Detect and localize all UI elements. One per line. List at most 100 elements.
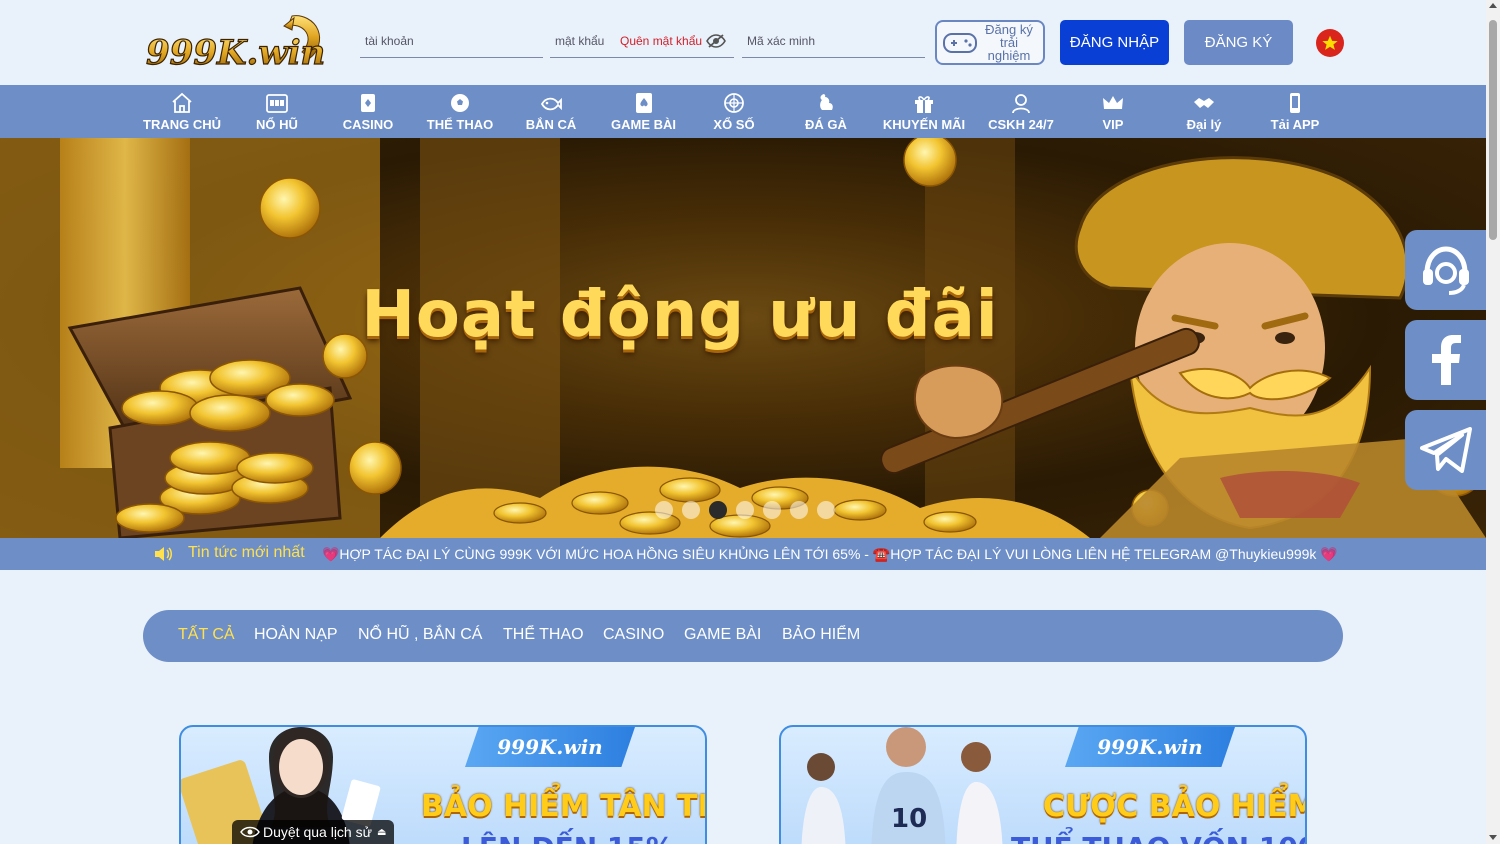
- nav-item-fishing[interactable]: BẮN CÁ: [520, 85, 582, 138]
- nav-item-support[interactable]: CSKH 24/7: [985, 85, 1057, 138]
- svg-text:10: 10: [891, 804, 927, 834]
- fish-icon: [540, 97, 562, 111]
- site-logo[interactable]: 999K.win: [142, 12, 334, 74]
- promo-card[interactable]: 10 999K.win CƯỢC BẢO HIỂM THỂ THAO VỐN 1…: [779, 725, 1307, 844]
- password-input[interactable]: [550, 34, 612, 48]
- nav-label: THỂ THAO: [426, 117, 494, 132]
- scroll-down-arrow-icon[interactable]: [1489, 835, 1497, 840]
- crown-icon: [1103, 96, 1123, 109]
- gift-icon: [915, 96, 933, 113]
- card-logo: 999K.win: [1065, 727, 1235, 767]
- page-scrollbar[interactable]: [1486, 0, 1500, 844]
- nav-item-card-games[interactable]: GAME BÀI: [606, 85, 681, 138]
- tab-card-games[interactable]: GAME BÀI: [684, 626, 761, 644]
- login-button[interactable]: ĐĂNG NHẬP: [1060, 20, 1169, 65]
- tab-refund[interactable]: HOÀN NẠP: [254, 626, 338, 644]
- nav-item-vip[interactable]: VIP: [1090, 85, 1136, 138]
- tab-insurance[interactable]: BẢO HIỂM: [782, 626, 860, 644]
- username-input[interactable]: [360, 34, 543, 48]
- captcha-field[interactable]: [742, 25, 925, 58]
- speaker-icon: [155, 547, 172, 561]
- nav-item-lottery[interactable]: XỔ SỐ: [704, 85, 764, 138]
- headset-icon: [1422, 246, 1469, 295]
- nav-label: CSKH 24/7: [988, 117, 1054, 132]
- header: 999K.win Quên mật khẩu Đăng ký trải nghi…: [0, 0, 1486, 85]
- browse-history-label: Duyệt qua lịch sử: [263, 824, 372, 840]
- card-game-icon: [635, 93, 652, 113]
- trial-register-label: Đăng ký trải nghiệm: [985, 22, 1033, 63]
- carousel-dot[interactable]: [817, 501, 835, 519]
- nav-label: ĐÁ GÀ: [805, 117, 847, 132]
- browse-history-button[interactable]: Duyệt qua lịch sử ⏏: [232, 820, 395, 844]
- carousel-dot-active[interactable]: [709, 501, 727, 519]
- nav-label: VIP: [1102, 117, 1124, 132]
- carousel-dot[interactable]: [736, 501, 754, 519]
- scroll-thumb[interactable]: [1489, 20, 1497, 240]
- nav-label: Đại lý: [1186, 117, 1222, 132]
- captcha-input[interactable]: [742, 34, 925, 48]
- lottery-icon: [724, 93, 744, 113]
- carousel-dots: [655, 501, 835, 519]
- promo-category-tabs: TẤT CẢ HOÀN NẠP NỔ HŨ , BẮN CÁ THỂ THAO …: [143, 610, 1343, 662]
- promo-banner[interactable]: Hoạt động ưu đãi: [0, 138, 1486, 538]
- nav-label: KHUYẾN MÃI: [882, 117, 966, 132]
- telegram-button[interactable]: [1405, 410, 1486, 490]
- ticker-text[interactable]: 💗HỢP TÁC ĐẠI LÝ CÙNG 999K VỚI MỨC HOA HỒ…: [322, 546, 1342, 563]
- vietnam-flag-icon[interactable]: [1316, 29, 1344, 57]
- nav-item-sports[interactable]: THỂ THAO: [425, 85, 495, 138]
- eject-icon: ⏏: [376, 826, 387, 838]
- trial-register-button[interactable]: Đăng ký trải nghiệm: [935, 20, 1045, 65]
- nav-item-promotions[interactable]: KHUYẾN MÃI: [878, 85, 970, 138]
- eye-off-icon[interactable]: [706, 34, 726, 48]
- nav-item-app[interactable]: Tải APP: [1264, 85, 1326, 138]
- logo-text: 999K.win: [146, 33, 325, 73]
- tab-all[interactable]: TẤT CẢ: [178, 626, 235, 644]
- card-title: CƯỢC BẢO HIỂM: [1043, 789, 1307, 824]
- carousel-dot[interactable]: [763, 501, 781, 519]
- password-field[interactable]: Quên mật khẩu: [550, 25, 734, 58]
- nav-item-agency[interactable]: Đại lý: [1178, 85, 1230, 138]
- facebook-icon: [1431, 335, 1461, 385]
- username-field[interactable]: [360, 25, 543, 58]
- nav-label: CASINO: [342, 117, 394, 132]
- eye-icon: [240, 826, 260, 838]
- card-title: BẢO HIỂM TÂN THỦ: [421, 789, 705, 824]
- card-logo: 999K.win: [465, 727, 635, 767]
- nav-label: XỔ SỐ: [713, 117, 755, 132]
- nav-item-home[interactable]: TRANG CHỦ: [142, 85, 222, 138]
- carousel-dot[interactable]: [682, 501, 700, 519]
- card-subtitle: THỂ THAO VỐN 100%: [1011, 831, 1305, 844]
- slot-machine-icon: [266, 94, 288, 113]
- support-agent-icon: [1012, 94, 1030, 114]
- register-button[interactable]: ĐĂNG KÝ: [1184, 20, 1293, 65]
- main-nav: TRANG CHỦ NỔ HŨ CASINO THỂ THAO BẮN CÁ G…: [0, 85, 1486, 138]
- telegram-icon: [1419, 427, 1472, 473]
- scroll-up-arrow-icon[interactable]: [1489, 3, 1497, 8]
- forgot-password-link[interactable]: Quên mật khẩu: [620, 34, 702, 48]
- nav-label: TRANG CHỦ: [143, 117, 221, 132]
- home-icon: [172, 92, 192, 113]
- ticker-label: Tin tức mới nhất: [188, 544, 305, 561]
- gamepad-icon: [943, 32, 977, 53]
- tab-sports[interactable]: THỂ THAO: [503, 626, 584, 644]
- nav-label: NỔ HŨ: [256, 117, 298, 132]
- nav-item-casino[interactable]: CASINO: [338, 85, 398, 138]
- nav-label: BẮN CÁ: [525, 117, 577, 132]
- news-ticker: Tin tức mới nhất 💗HỢP TÁC ĐẠI LÝ CÙNG 99…: [0, 538, 1486, 570]
- nav-item-slots[interactable]: NỔ HŨ: [247, 85, 307, 138]
- tab-casino[interactable]: CASINO: [603, 626, 664, 644]
- nav-item-cockfight[interactable]: ĐÁ GÀ: [797, 85, 855, 138]
- cards-icon: [361, 94, 375, 112]
- banner-title: Hoạt động ưu đãi: [361, 278, 999, 352]
- facebook-button[interactable]: [1405, 320, 1486, 400]
- tab-slots-fishing[interactable]: NỔ HŨ , BẮN CÁ: [358, 626, 482, 644]
- phone-icon: [1290, 93, 1300, 113]
- carousel-dot[interactable]: [790, 501, 808, 519]
- handshake-icon: [1194, 98, 1214, 108]
- live-chat-button[interactable]: [1405, 230, 1486, 310]
- promo-footballers-image: 10: [801, 727, 1003, 844]
- nav-label: GAME BÀI: [611, 117, 676, 132]
- carousel-dot[interactable]: [655, 501, 673, 519]
- card-subtitle: LÊN ĐẾN 15%: [461, 831, 674, 844]
- soccer-ball-icon: [451, 94, 469, 112]
